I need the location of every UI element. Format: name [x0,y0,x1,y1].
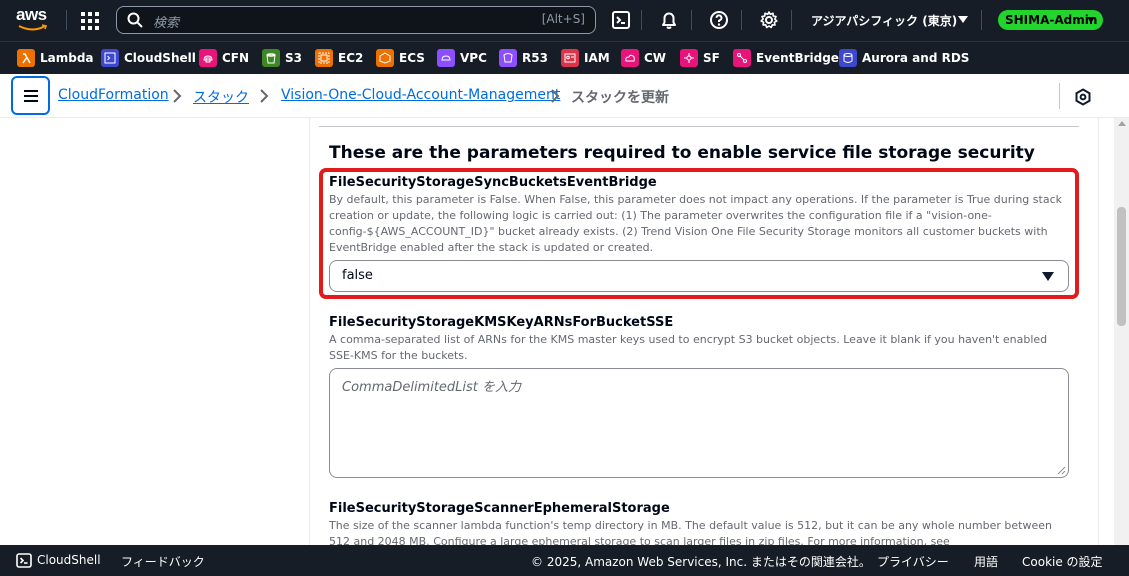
breadcrumb-stacks[interactable]: スタック [193,87,249,107]
cloudshell-icon[interactable] [16,553,32,568]
breadcrumb-stack-name[interactable]: Vision-One-Cloud-Account-Management [281,87,560,103]
search-shortcut: [Alt+S] [541,12,585,26]
scrollbar-thumb[interactable] [1117,207,1126,326]
favorite-cloudshell[interactable]: CloudShell [101,48,196,68]
cloudformation-icon [199,49,217,67]
aws-logo[interactable]: aws [16,6,50,34]
search-input[interactable]: 検索 [Alt+S] [116,6,596,34]
nav-divider [641,10,642,30]
favorite-cw[interactable]: CW [621,48,666,68]
ecs-icon [376,49,394,67]
ec2-icon [315,49,333,67]
section-title: These are the parameters required to ena… [329,143,1035,163]
scroll-up-icon[interactable] [1118,121,1126,126]
favorite-ec2[interactable]: EC2 [315,48,363,68]
route53-icon [499,49,517,67]
favorite-lambda[interactable]: Lambda [17,48,94,68]
search-icon [127,12,143,28]
chevron-right-icon [551,89,560,103]
breadcrumb-current: スタックを更新 [571,90,669,106]
param-label-ephemeral-storage: FileSecurityStorageScannerEphemeralStora… [329,501,670,516]
grid-icon[interactable] [81,12,99,30]
favorite-aurora-rds[interactable]: Aurora and RDS [839,48,969,68]
favorite-vpc[interactable]: VPC [437,48,487,68]
chevron-right-icon [173,89,182,103]
footer-terms-link[interactable]: 用語 [974,553,998,570]
section-divider [319,126,1079,127]
chevron-down-icon[interactable] [958,16,968,23]
s3-icon [262,49,280,67]
aws-logo-text: aws [16,5,47,24]
nav-divider [741,10,742,30]
divider [1059,83,1060,109]
cloudshell-icon[interactable] [611,10,631,30]
param-label-kms-keys: FileSecurityStorageKMSKeyARNsForBucketSS… [329,315,674,330]
footer-cloudshell-link[interactable]: CloudShell [37,553,101,567]
account-name: SHIMA-Admin [1005,13,1098,27]
gear-icon[interactable] [759,10,779,30]
favorites-bar: Lambda CloudShell CFN S3 EC2 ECS VPC R53… [0,41,1129,74]
stepfunctions-icon [680,49,698,67]
scrollbar[interactable] [1114,118,1129,545]
footer-privacy-link[interactable]: プライバシー [877,553,949,570]
help-icon[interactable] [709,10,729,30]
bell-icon[interactable] [659,10,679,30]
favorite-iam[interactable]: IAM [561,48,610,68]
search-placeholder: 検索 [153,16,180,31]
cloudwatch-icon [621,49,639,67]
breadcrumb-bar: CloudFormation スタック Vision-One-Cloud-Acc… [0,74,1129,118]
chevron-right-icon [260,89,269,103]
region-selector[interactable]: アジアパシフィック (東京) [811,12,957,29]
eventbridge-icon [733,49,751,67]
side-menu-button[interactable] [11,76,50,115]
favorite-s3[interactable]: S3 [262,48,302,68]
aws-smile-icon [18,24,48,31]
favorite-eventbridge[interactable]: EventBridge [733,48,839,68]
favorite-r53[interactable]: R53 [499,48,548,68]
param-description-kms-keys: A comma-separated list of ARNs for the K… [329,333,1048,362]
nav-divider [981,10,982,30]
top-navigation: aws 検索 [Alt+S] アジアパシフィック (東京) SHIMA-Admi… [0,0,1129,41]
lambda-icon [17,49,35,67]
resize-grip-icon[interactable] [1056,465,1066,475]
hexagon-icon[interactable] [1074,88,1092,106]
cloudshell-icon [101,49,119,67]
footer-cookie-link[interactable]: Cookie の設定 [1022,553,1103,570]
account-menu[interactable]: SHIMA-Admin [998,10,1103,30]
vpc-icon [437,49,455,67]
breadcrumb-cloudformation[interactable]: CloudFormation [58,87,169,103]
footer: CloudShell フィードバック © 2025, Amazon Web Se… [0,545,1129,576]
chevron-down-icon [1087,17,1095,23]
favorite-sf[interactable]: SF [680,48,720,68]
nav-divider [791,10,792,30]
nav-divider [691,10,692,30]
favorite-ecs[interactable]: ECS [376,48,425,68]
textarea-placeholder: CommaDelimitedList を入力 [342,380,522,395]
favorite-cfn[interactable]: CFN [199,48,249,68]
highlight-box [319,168,1079,299]
footer-copyright: © 2025, Amazon Web Services, Inc. またはその関… [531,555,871,569]
nav-divider [66,10,67,30]
kms-keys-textarea[interactable]: CommaDelimitedList を入力 [329,368,1069,478]
footer-feedback-link[interactable]: フィードバック [121,553,205,570]
rds-icon [839,49,857,67]
iam-icon [561,49,579,67]
